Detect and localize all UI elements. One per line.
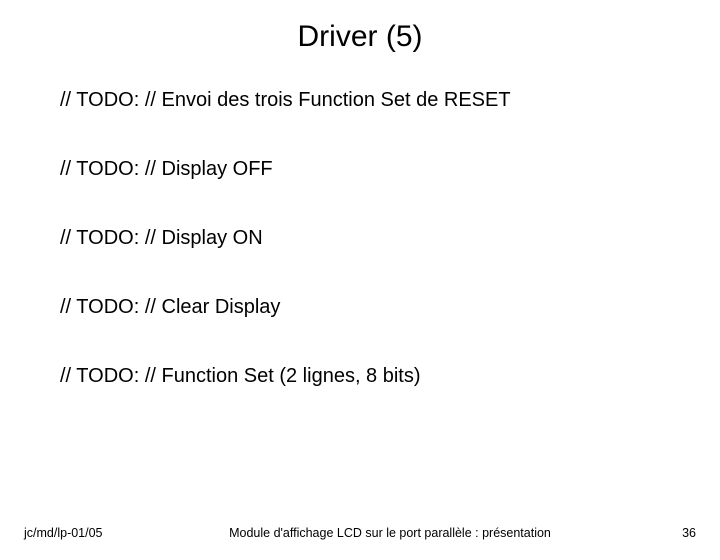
slide-content: // TODO: // Envoi des trois Function Set…: [0, 88, 720, 388]
code-line: // TODO: // Clear Display: [60, 295, 680, 319]
code-line: // TODO: // Function Set (2 lignes, 8 bi…: [60, 364, 680, 388]
code-line: // TODO: // Display ON: [60, 226, 680, 250]
code-line: // TODO: // Envoi des trois Function Set…: [60, 88, 680, 112]
slide: Driver (5) // TODO: // Envoi des trois F…: [0, 20, 720, 560]
footer-center: Module d'affichage LCD sur le port paral…: [0, 526, 720, 540]
slide-title: Driver (5): [0, 20, 720, 54]
code-line: // TODO: // Display OFF: [60, 157, 680, 181]
footer-page-number: 36: [682, 526, 696, 540]
